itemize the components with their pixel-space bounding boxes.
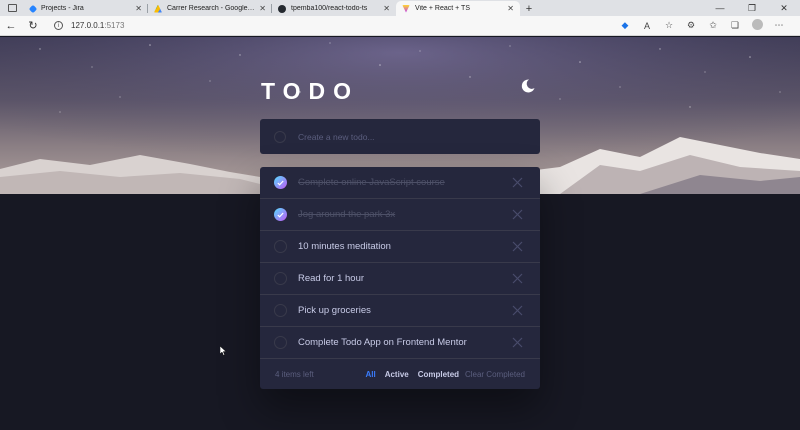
new-todo-circle-icon — [274, 130, 286, 143]
collections-icon[interactable]: ❏ — [724, 20, 746, 31]
browser-toolbar: ← ↻ i 127.0.0.1:5173 ◆ A ☆ ⚙ ✩ ❏ ⋯ — [0, 16, 800, 36]
profile-avatar-icon[interactable] — [746, 19, 768, 32]
delete-cross-icon[interactable] — [502, 173, 532, 193]
mouse-cursor-icon — [219, 343, 227, 361]
todo-list: Complete online JavaScript course Jog ar… — [260, 167, 540, 389]
todo-text[interactable]: Complete online JavaScript course — [298, 177, 502, 188]
moon-icon[interactable] — [520, 78, 536, 94]
browser-tab[interactable]: Projects - Jira ✕ — [24, 1, 148, 16]
close-tab-icon[interactable]: ✕ — [135, 4, 142, 13]
tab-actions-button[interactable] — [0, 0, 24, 16]
url-port: :5173 — [104, 21, 125, 30]
todo-text[interactable]: Read for 1 hour — [298, 273, 502, 284]
tab-title: tpemba100/react-todo-ts — [291, 5, 368, 12]
window-controls: — ❐ ✕ — [704, 0, 800, 16]
todo-item: Read for 1 hour — [260, 263, 540, 295]
delete-cross-icon[interactable] — [502, 301, 532, 321]
todo-text[interactable]: 10 minutes meditation — [298, 241, 502, 252]
close-tab-icon[interactable]: ✕ — [383, 4, 390, 13]
close-window-icon[interactable]: ✕ — [768, 3, 800, 14]
maximize-icon[interactable]: ❐ — [736, 3, 768, 14]
clear-completed-button[interactable]: Clear Completed — [465, 370, 525, 379]
toolbar-icons: ◆ A ☆ ⚙ ✩ ❏ ⋯ — [614, 19, 800, 32]
add-favorite-icon[interactable]: ☆ — [658, 20, 680, 31]
google-drive-favicon-icon — [154, 4, 162, 13]
browser-tab-strip: Projects - Jira ✕ Carrer Research - Goog… — [0, 0, 800, 16]
todo-item: Complete Todo App on Frontend Mentor — [260, 327, 540, 359]
todo-text[interactable]: Complete Todo App on Frontend Mentor — [298, 337, 502, 348]
extensions-icon[interactable]: ⚙ — [680, 20, 702, 31]
filter-tabs: All Active Completed — [365, 370, 465, 379]
empty-circle-icon[interactable] — [274, 304, 287, 317]
new-todo-input[interactable] — [298, 131, 518, 142]
vite-favicon-icon — [402, 4, 410, 13]
empty-circle-icon[interactable] — [274, 336, 287, 349]
todo-item: Pick up groceries — [260, 295, 540, 327]
check-icon[interactable] — [274, 208, 287, 221]
plus-icon: + — [525, 2, 533, 15]
tab-title: Vite + React + TS — [415, 5, 470, 12]
tab-title: Carrer Research - Google Drive — [167, 5, 255, 12]
more-menu-icon[interactable]: ⋯ — [768, 20, 790, 31]
info-icon[interactable]: i — [54, 21, 63, 30]
github-favicon-icon — [278, 4, 286, 13]
new-todo-card — [260, 119, 540, 154]
moon-icon-svg — [521, 79, 535, 93]
todo-item: Jog around the park 3x — [260, 199, 540, 231]
empty-circle-icon[interactable] — [274, 240, 287, 253]
check-icon[interactable] — [274, 176, 287, 189]
url-host: 127.0.0.1 — [71, 21, 105, 30]
browser-tab-active[interactable]: Vite + React + TS ✕ — [396, 1, 520, 16]
tab-title: Projects - Jira — [41, 5, 84, 12]
delete-cross-icon[interactable] — [502, 237, 532, 257]
tab-actions-icon — [7, 4, 17, 12]
todo-item: 10 minutes meditation — [260, 231, 540, 263]
close-tab-icon[interactable]: ✕ — [259, 4, 266, 13]
close-tab-icon[interactable]: ✕ — [507, 4, 514, 13]
jira-favicon-icon — [28, 4, 38, 13]
todo-text[interactable]: Pick up groceries — [298, 305, 502, 316]
back-arrow-icon[interactable]: ← — [0, 20, 22, 32]
filter-active[interactable]: Active — [385, 370, 409, 379]
todo-item: Complete online JavaScript course — [260, 167, 540, 199]
minimize-icon[interactable]: — — [704, 3, 736, 13]
app-title: TODO — [261, 78, 360, 104]
read-aloud-icon[interactable]: A — [636, 21, 658, 31]
delete-cross-icon[interactable] — [502, 269, 532, 289]
filter-all[interactable]: All — [365, 370, 375, 379]
todo-footer: 4 items left All Active Completed Clear … — [260, 359, 540, 389]
empty-circle-icon[interactable] — [274, 272, 287, 285]
delete-cross-icon[interactable] — [502, 205, 532, 225]
favorites-icon[interactable]: ✩ — [702, 20, 724, 31]
tag-icon[interactable]: ◆ — [614, 20, 636, 31]
browser-tab[interactable]: tpemba100/react-todo-ts ✕ — [272, 1, 396, 16]
reload-icon[interactable]: ↻ — [22, 19, 44, 32]
todo-text[interactable]: Jog around the park 3x — [298, 209, 502, 220]
address-bar[interactable]: i 127.0.0.1:5173 — [54, 18, 594, 34]
delete-cross-icon[interactable] — [502, 333, 532, 353]
items-left-count: 4 items left — [275, 369, 314, 379]
browser-tab[interactable]: Carrer Research - Google Drive ✕ — [148, 1, 272, 16]
new-tab-button[interactable]: + — [520, 1, 538, 16]
filter-completed[interactable]: Completed — [418, 370, 459, 379]
